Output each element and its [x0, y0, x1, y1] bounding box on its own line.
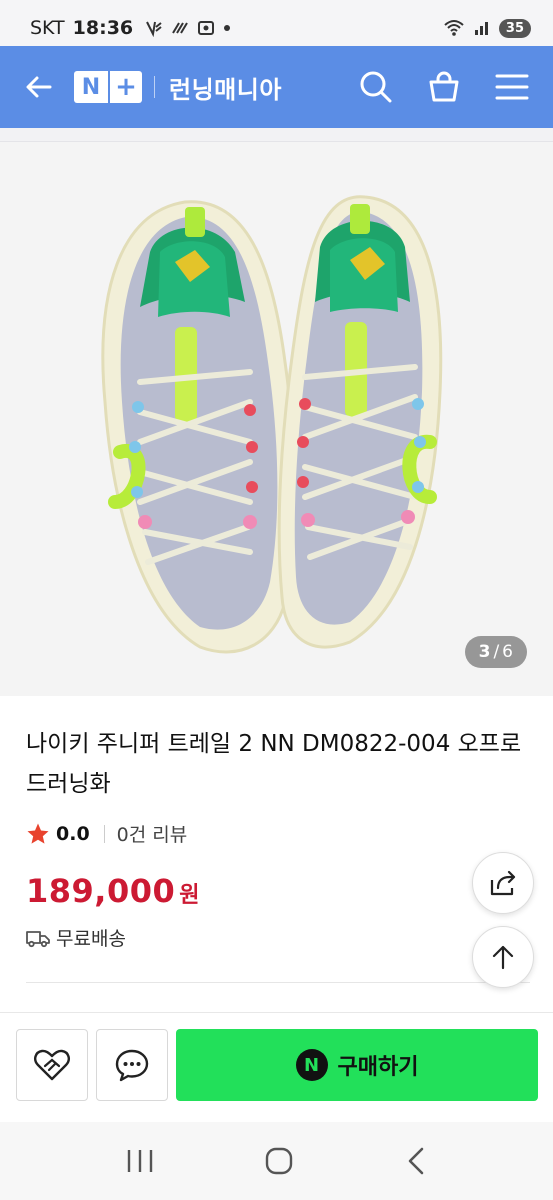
back-arrow-icon[interactable] — [24, 72, 54, 102]
rating-divider — [103, 824, 105, 843]
shipping-label: 무료배송 — [56, 928, 126, 950]
product-shoe-image — [101, 195, 443, 654]
rating-score: 0.0 — [56, 822, 90, 845]
status-notification-icons — [145, 19, 231, 37]
app-header: N + 런닝매니아 — [0, 46, 553, 128]
scroll-top-button[interactable] — [472, 926, 534, 988]
talk-talk-button[interactable] — [96, 1029, 168, 1101]
right-shoe — [277, 195, 443, 649]
wishlist-button[interactable] — [16, 1029, 88, 1101]
star-icon — [27, 823, 49, 844]
product-title: 나이키 주니퍼 트레일 2 NN DM0822-004 오프로드러닝화 — [26, 731, 522, 797]
buy-label: 구매하기 — [337, 1055, 419, 1080]
product-image-carousel[interactable]: 3/6 — [0, 142, 553, 696]
price-value: 189,000 — [26, 872, 176, 910]
image-counter-current: 3 — [478, 642, 491, 662]
recent-apps-icon[interactable] — [125, 1148, 155, 1174]
share-icon — [490, 870, 516, 896]
review-count[interactable]: 0건 리뷰 — [117, 820, 188, 847]
image-counter: 3/6 — [464, 636, 527, 668]
clock: 18:36 — [72, 17, 134, 39]
bottom-action-bar: N 구매하기 — [0, 1012, 553, 1122]
wifi-icon — [444, 20, 464, 36]
header-spacer — [0, 128, 553, 142]
logo-n: N — [74, 71, 108, 103]
status-left: SKT 18:36 — [30, 17, 231, 39]
dot-icon — [224, 25, 231, 31]
logo-plus: + — [108, 71, 142, 103]
chat-bubble-icon — [115, 1049, 149, 1082]
home-icon[interactable] — [264, 1146, 294, 1176]
screenshot-icon — [198, 21, 215, 35]
naver-plus-logo[interactable]: N + — [74, 70, 142, 104]
info-divider — [26, 982, 530, 983]
naver-pay-badge: N — [295, 1049, 328, 1081]
rating-row[interactable]: 0.0 0건 리뷰 — [26, 820, 187, 847]
buy-button[interactable]: N 구매하기 — [176, 1029, 538, 1101]
data-saver-icon — [172, 22, 188, 34]
store-name[interactable]: 런닝매니아 — [169, 70, 282, 105]
arrow-up-icon — [492, 945, 514, 970]
menu-icon[interactable] — [495, 72, 529, 102]
status-right: 35 — [443, 18, 531, 38]
price-unit: 원 — [179, 883, 200, 908]
truck-icon — [26, 930, 50, 947]
battery-indicator: 35 — [498, 18, 531, 38]
price-row: 189,000 원 — [26, 872, 200, 910]
carrier-label: SKT — [30, 17, 65, 39]
android-nav-bar — [0, 1122, 553, 1200]
back-nav-icon[interactable] — [404, 1146, 428, 1176]
image-counter-total: 6 — [502, 642, 513, 662]
left-shoe — [101, 200, 296, 654]
heart-zzim-icon — [34, 1049, 70, 1081]
search-icon[interactable] — [359, 70, 393, 104]
share-button[interactable] — [472, 852, 534, 914]
cart-icon[interactable] — [427, 70, 461, 104]
vpn-key-icon — [146, 21, 162, 37]
signal-icon — [474, 22, 488, 35]
shipping-row: 무료배송 — [26, 924, 126, 951]
store-divider — [154, 76, 155, 98]
header-actions — [359, 70, 529, 104]
image-counter-separator: / — [493, 642, 500, 662]
